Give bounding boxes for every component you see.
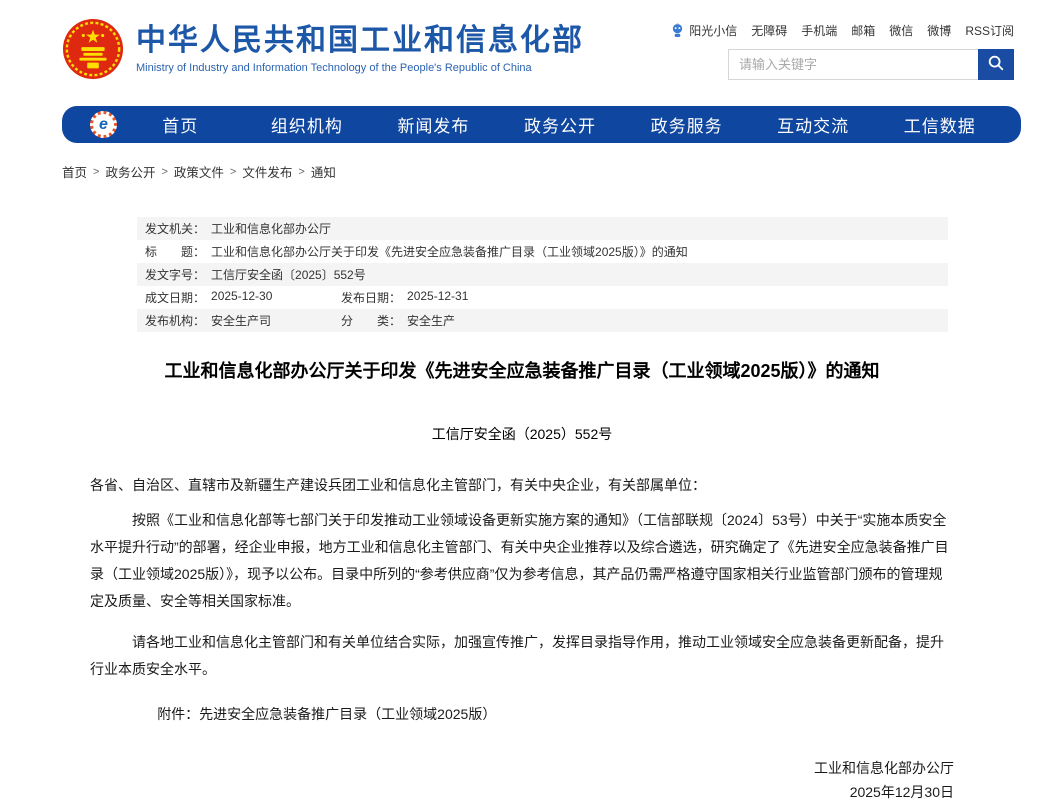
nav-item-gov-services[interactable]: 政务服务 bbox=[623, 112, 750, 137]
meta-label: 发布日期： bbox=[341, 289, 401, 306]
document-number-line: 工信厅安全函（2025）552号 bbox=[90, 424, 954, 444]
site-title: 中华人民共和国工业和信息化部 bbox=[136, 24, 584, 59]
mascot-icon bbox=[671, 23, 684, 38]
document-container: 发文机关： 工业和信息化部办公厅 标 题： 工业和信息化部办公厅关于印发《先进安… bbox=[90, 217, 954, 804]
header-right: 阳光小信 无障碍 手机端 邮箱 微信 微博 RSS订阅 bbox=[671, 18, 1014, 80]
search-bar bbox=[728, 49, 1014, 80]
meta-value: 2025-12-31 bbox=[407, 289, 468, 306]
meta-label: 分 类： bbox=[341, 312, 401, 329]
meta-label: 成文日期： bbox=[145, 289, 205, 306]
nav-item-home[interactable]: 首页 bbox=[117, 112, 244, 137]
main-navigation: e 首页 组织机构 新闻发布 政务公开 政务服务 互动交流 工信数据 bbox=[62, 106, 1021, 143]
meta-row-doc-number: 发文字号： 工信厅安全函〔2025〕552号 bbox=[137, 263, 948, 286]
breadcrumb-separator: > bbox=[93, 166, 99, 178]
miit-gear-logo-icon: e bbox=[90, 111, 117, 138]
meta-label: 标 题： bbox=[145, 243, 205, 260]
meta-value: 安全生产 bbox=[407, 312, 455, 329]
nav-item-gov-disclosure[interactable]: 政务公开 bbox=[497, 112, 624, 137]
meta-label: 发文字号： bbox=[145, 266, 205, 283]
site-brand: 中华人民共和国工业和信息化部 Ministry of Industry and … bbox=[62, 18, 584, 80]
paragraph-main: 按照《工业和信息化部等七部门关于印发推动工业领域设备更新实施方案的通知》（工信部… bbox=[90, 507, 954, 615]
site-header: 中华人民共和国工业和信息化部 Ministry of Industry and … bbox=[0, 0, 1044, 100]
site-subtitle: Ministry of Industry and Information Tec… bbox=[136, 62, 584, 74]
nav-item-miit-data[interactable]: 工信数据 bbox=[876, 112, 1003, 137]
meta-value: 工业和信息化部办公厅关于印发《先进安全应急装备推广目录（工业领域2025版）》的… bbox=[211, 243, 688, 260]
nav-item-interaction[interactable]: 互动交流 bbox=[750, 112, 877, 137]
meta-value: 工业和信息化部办公厅 bbox=[211, 220, 331, 237]
meta-value: 工信厅安全函〔2025〕552号 bbox=[211, 266, 366, 283]
breadcrumb-home[interactable]: 首页 bbox=[62, 162, 87, 181]
nav-items: 首页 组织机构 新闻发布 政务公开 政务服务 互动交流 工信数据 bbox=[117, 112, 1003, 137]
breadcrumb-policy-documents[interactable]: 政策文件 bbox=[174, 162, 224, 181]
meta-label: 发布机构： bbox=[145, 312, 205, 329]
document-body: 各省、自治区、直辖市及新疆生产建设兵团工业和信息化主管部门，有关中央企业，有关部… bbox=[90, 472, 954, 804]
meta-label: 发文机关： bbox=[145, 220, 205, 237]
breadcrumb-gov-disclosure[interactable]: 政务公开 bbox=[105, 162, 155, 181]
attachment-line[interactable]: 附件：先进安全应急装备推广目录（工业领域2025版） bbox=[90, 701, 954, 728]
sign-date: 2025年12月30日 bbox=[90, 780, 954, 804]
breadcrumb-document-release[interactable]: 文件发布 bbox=[242, 162, 292, 181]
national-emblem-logo bbox=[62, 18, 124, 80]
meta-row-publisher-category: 发布机构： 安全生产司 分 类： 安全生产 bbox=[137, 309, 948, 332]
nav-item-news[interactable]: 新闻发布 bbox=[370, 112, 497, 137]
link-mailbox[interactable]: 邮箱 bbox=[851, 22, 875, 39]
link-sunshine-assistant[interactable]: 阳光小信 bbox=[689, 22, 737, 39]
nav-item-organization[interactable]: 组织机构 bbox=[244, 112, 371, 137]
breadcrumb-separator: > bbox=[161, 166, 167, 178]
link-mobile[interactable]: 手机端 bbox=[801, 22, 837, 39]
brand-text: 中华人民共和国工业和信息化部 Ministry of Industry and … bbox=[136, 24, 584, 74]
breadcrumb-notice[interactable]: 通知 bbox=[311, 162, 336, 181]
meta-value: 2025-12-30 bbox=[211, 289, 272, 306]
signer-name: 工业和信息化部办公厅 bbox=[90, 756, 954, 780]
document-meta-table: 发文机关： 工业和信息化部办公厅 标 题： 工业和信息化部办公厅关于印发《先进安… bbox=[137, 217, 948, 332]
meta-row-issuing-agency: 发文机关： 工业和信息化部办公厅 bbox=[137, 217, 948, 240]
document-title: 工业和信息化部办公厅关于印发《先进安全应急装备推广目录（工业领域2025版）》的… bbox=[90, 358, 954, 384]
signature-block: 工业和信息化部办公厅 2025年12月30日 bbox=[90, 756, 954, 804]
paragraph-instruction: 请各地工业和信息化主管部门和有关单位结合实际，加强宣传推广，发挥目录指导作用，推… bbox=[90, 629, 954, 683]
search-icon bbox=[987, 54, 1005, 75]
search-button[interactable] bbox=[978, 49, 1014, 80]
link-wechat[interactable]: 微信 bbox=[889, 22, 913, 39]
breadcrumb-separator: > bbox=[298, 166, 304, 178]
breadcrumb-separator: > bbox=[230, 166, 236, 178]
breadcrumb: 首页 > 政务公开 > 政策文件 > 文件发布 > 通知 bbox=[62, 162, 1044, 181]
top-utility-links: 阳光小信 无障碍 手机端 邮箱 微信 微博 RSS订阅 bbox=[671, 22, 1014, 39]
meta-value: 安全生产司 bbox=[211, 312, 271, 329]
paragraph-salutation: 各省、自治区、直辖市及新疆生产建设兵团工业和信息化主管部门，有关中央企业，有关部… bbox=[90, 472, 954, 499]
meta-row-dates: 成文日期： 2025-12-30 发布日期： 2025-12-31 bbox=[137, 286, 948, 309]
search-input[interactable] bbox=[728, 49, 978, 80]
link-rss[interactable]: RSS订阅 bbox=[965, 22, 1014, 39]
link-weibo[interactable]: 微博 bbox=[927, 22, 951, 39]
link-accessibility[interactable]: 无障碍 bbox=[751, 22, 787, 39]
meta-row-title: 标 题： 工业和信息化部办公厅关于印发《先进安全应急装备推广目录（工业领域202… bbox=[137, 240, 948, 263]
